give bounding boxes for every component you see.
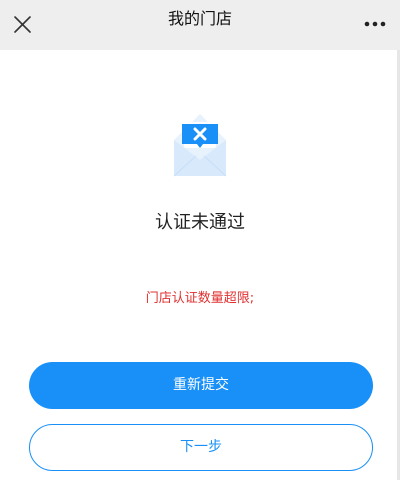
more-icon[interactable] bbox=[364, 19, 386, 29]
status-title: 认证未通过 bbox=[155, 212, 245, 233]
page-title: 我的门店 bbox=[167, 9, 232, 28]
top-bar: 我的门店 bbox=[0, 0, 400, 50]
envelope-error-icon bbox=[173, 114, 227, 177]
resubmit-button[interactable]: 重新提交 bbox=[29, 362, 373, 409]
failure-reason: 门店认证数量超限; bbox=[145, 291, 255, 306]
next-step-button[interactable]: 下一步 bbox=[29, 424, 373, 471]
